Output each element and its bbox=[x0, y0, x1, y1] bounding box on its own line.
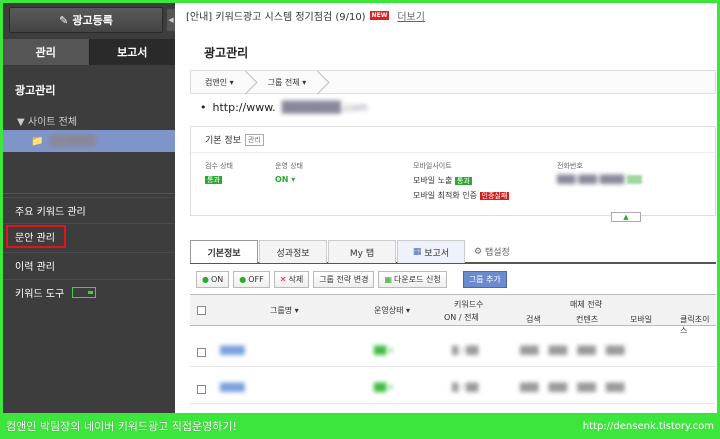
caption-bar: 컴앤인 박팀장의 네이버 키워드광고 직접운영하기! http://densen… bbox=[0, 413, 720, 439]
phone-number: 전화번호 ███-███-████ bbox=[557, 161, 643, 184]
blurred-group-name: ████ bbox=[220, 346, 245, 355]
tab-manage[interactable]: 관리 bbox=[3, 39, 89, 65]
delete-x-icon: ✕ bbox=[279, 275, 287, 284]
notice-bar: [안내] 키워드광고 시스템 정기점검 (9/10) NEW 더보기 bbox=[186, 8, 425, 23]
expand-info-button[interactable]: ▲ bbox=[611, 212, 641, 222]
tab-performance[interactable]: 성과정보 bbox=[259, 240, 327, 263]
review-status: 검수 상태 통과 bbox=[205, 162, 233, 184]
table-toolbar: ● ON ● OFF ✕ 삭제 그룹 전략 변경 ▦ 다운로드 신청 그룹 추가 bbox=[196, 271, 507, 288]
sidebar-divider bbox=[3, 193, 175, 194]
row-checkbox[interactable] bbox=[197, 348, 206, 357]
tab-basic[interactable]: 기본정보 bbox=[190, 240, 258, 263]
menu-keyword-manage[interactable]: 주요 키워드 관리 bbox=[3, 197, 175, 223]
table-row[interactable]: ████ ██ ▾ █ / ██ ███ ███ ███ ███ bbox=[190, 375, 716, 404]
tab-my[interactable]: My 탭 bbox=[328, 240, 396, 263]
sidebar: ✎ 광고등록 ◀ 관리 보고서 광고관리 ▼ 사이트 전체 📁 ██████ 주… bbox=[3, 3, 175, 413]
basic-info-panel: 기본 정보 관리 검수 상태 통과 운영 상태 ON ▾ 모바일사이트 모바일 … bbox=[190, 126, 716, 216]
on-dot-icon: ● bbox=[202, 275, 209, 284]
off-button[interactable]: ● OFF bbox=[233, 271, 270, 288]
col-run-status[interactable]: 운영상태 ▾ bbox=[374, 305, 410, 316]
chart-icon: ▦ bbox=[412, 247, 422, 257]
notice-more-link[interactable]: 더보기 bbox=[397, 8, 425, 23]
blurred-media: ███ ███ ███ ███ bbox=[520, 383, 625, 392]
col-mobile[interactable]: 모바일 bbox=[630, 314, 652, 325]
chevron-down-icon: ▾ bbox=[229, 77, 234, 87]
blurred-status: ██ ▾ bbox=[374, 383, 393, 392]
review-status-badge: 통과 bbox=[205, 176, 222, 184]
blurred-url: ███████.com bbox=[281, 101, 368, 114]
site-url: • http://www. ███████.com bbox=[200, 101, 368, 114]
triangle-down-icon: ▼ bbox=[17, 117, 25, 128]
table-row[interactable]: ████ ██ ▾ █ / ██ ███ ███ ███ ███ bbox=[190, 338, 716, 367]
blog-url: http://densenk.tistory.com bbox=[582, 420, 714, 432]
col-search[interactable]: 검색 bbox=[526, 314, 541, 325]
blurred-count: █ / ██ bbox=[452, 346, 479, 355]
menu-keyword-tool[interactable]: 키워드 도구 bbox=[3, 279, 175, 305]
col-keyword-count[interactable]: 키워드수 bbox=[454, 299, 483, 310]
tab-settings[interactable]: ⚙ 탭설정 bbox=[466, 240, 510, 263]
caption-text: 컴앤인 박팀장의 네이버 키워드광고 직접운영하기! bbox=[6, 420, 237, 433]
folder-icon: 📁 bbox=[31, 135, 44, 147]
off-dot-icon: ● bbox=[239, 275, 247, 284]
site-all-item[interactable]: ▼ 사이트 전체 bbox=[17, 113, 77, 128]
chevron-down-icon: ▾ bbox=[302, 77, 307, 87]
excel-icon: ▦ bbox=[384, 275, 392, 284]
register-ad-button[interactable]: ✎ 광고등록 bbox=[9, 7, 163, 33]
add-group-button[interactable]: 그룹 추가 bbox=[462, 271, 507, 288]
blurred-status: ██ ▾ bbox=[374, 346, 393, 355]
collapse-sidebar-button[interactable]: ◀ bbox=[167, 9, 175, 31]
sidebar-tabs: 관리 보고서 bbox=[3, 39, 175, 65]
new-badge: NEW bbox=[369, 11, 390, 20]
mobile-expose-badge: 통과 bbox=[454, 177, 472, 185]
sidebar-section-title: 광고관리 bbox=[15, 84, 56, 97]
info-panel-header: 기본 정보 관리 bbox=[191, 127, 715, 153]
col-media-strategy: 매체 전략 bbox=[570, 300, 602, 309]
selected-site-item[interactable]: 📁 ██████ bbox=[3, 130, 175, 152]
run-status: 운영 상태 ON ▾ bbox=[275, 162, 303, 184]
col-group-name[interactable]: 그룹명 ▾ bbox=[270, 305, 299, 316]
bullet-icon: • bbox=[200, 101, 207, 114]
breadcrumb: 컴앤인 ▾ 그룹 전체 ▾ bbox=[190, 70, 716, 94]
keyword-tool-toggle-icon[interactable] bbox=[72, 287, 97, 298]
gear-icon: ⚙ bbox=[474, 246, 483, 257]
col-click-choice[interactable]: 클릭초이스 bbox=[680, 314, 716, 336]
info-manage-button[interactable]: 관리 bbox=[244, 133, 264, 146]
group-strategy-change-button[interactable]: 그룹 전략 변경 bbox=[313, 271, 375, 288]
edit-icon: ✎ bbox=[59, 13, 69, 27]
page-title: 광고관리 bbox=[204, 46, 249, 60]
download-request-button[interactable]: ▦ 다운로드 신청 bbox=[378, 271, 447, 288]
tab-report-detail[interactable]: ▦ 보고서 bbox=[397, 240, 465, 263]
col-content[interactable]: 컨텐츠 bbox=[576, 314, 598, 325]
mobile-opt-badge: 인증실패 bbox=[479, 192, 510, 200]
breadcrumb-campaign[interactable]: 컴앤인 ▾ bbox=[191, 71, 248, 93]
tab-report[interactable]: 보고서 bbox=[88, 39, 175, 65]
row-checkbox[interactable] bbox=[197, 385, 206, 394]
delete-button[interactable]: ✕ 삭제 bbox=[273, 271, 310, 288]
run-status-dropdown[interactable]: ON ▾ bbox=[275, 175, 295, 184]
on-button[interactable]: ● ON bbox=[196, 271, 230, 288]
notice-text[interactable]: [안내] 키워드광고 시스템 정기점검 (9/10) bbox=[186, 8, 366, 23]
table-header: 그룹명 ▾ 운영상태 ▾ 키워드수 ON / 전체 매체 전략 검색 컨텐츠 모… bbox=[190, 294, 716, 335]
breadcrumb-group[interactable]: 그룹 전체 ▾ bbox=[248, 71, 321, 93]
blurred-phone: ███-███-████ bbox=[557, 175, 625, 184]
highlight-box bbox=[6, 225, 66, 248]
blurred-media: ███ ███ ███ ███ bbox=[520, 346, 625, 355]
col-keyword-sub[interactable]: ON / 전체 bbox=[444, 312, 479, 323]
info-columns: 검수 상태 통과 운영 상태 ON ▾ 모바일사이트 모바일 노출 통과 모바일… bbox=[191, 153, 715, 215]
detail-tabs: 기본정보 성과정보 My 탭 ▦ 보고서 ⚙ 탭설정 bbox=[190, 240, 716, 264]
group-table: 그룹명 ▾ 운영상태 ▾ 키워드수 ON / 전체 매체 전략 검색 컨텐츠 모… bbox=[190, 294, 716, 404]
select-all-checkbox[interactable] bbox=[197, 306, 206, 315]
blurred-site-name: ██████ bbox=[49, 135, 96, 147]
blurred-count: █ / ██ bbox=[452, 383, 479, 392]
menu-history-manage[interactable]: 이력 관리 bbox=[3, 252, 175, 278]
mobile-site: 모바일사이트 모바일 노출 통과 모바일 최적화 인증 인증실패 bbox=[413, 162, 510, 200]
blurred-group-name: ████ bbox=[220, 383, 245, 392]
